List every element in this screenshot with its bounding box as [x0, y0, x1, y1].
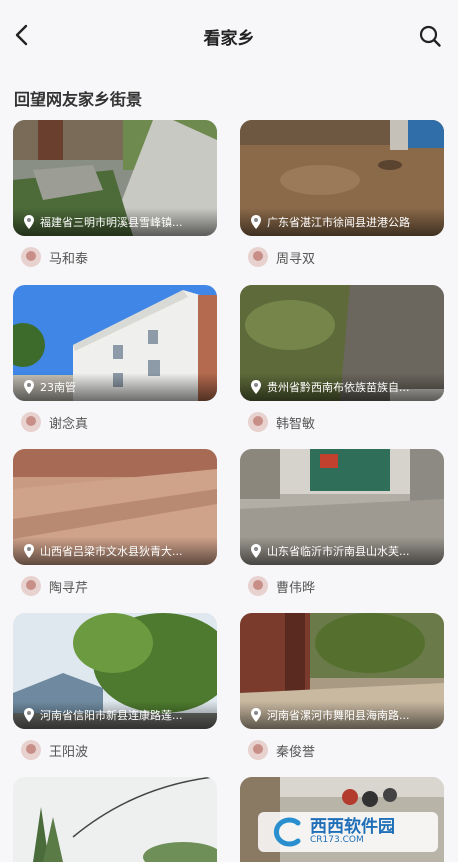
location-pin-icon	[24, 380, 34, 394]
location-label: 广东省湛江市徐闻县进港公路	[240, 208, 444, 236]
location-text: 贵州省黔西南布依族苗族自...	[267, 381, 410, 394]
location-label: 河南省漯河市舞阳县海南路...	[240, 701, 444, 729]
streetview-card[interactable]: 23南管 谢念真	[13, 285, 217, 433]
streetview-card[interactable]: 贵州省黔西南布依族苗族自... 韩智敏	[240, 285, 444, 433]
avatar	[248, 576, 268, 596]
top-bar: 看家乡	[0, 0, 458, 70]
street-photo[interactable]: 河南省信阳市新县连康路莲...	[13, 613, 217, 729]
location-pin-icon	[24, 708, 34, 722]
avatar	[248, 412, 268, 432]
street-photo[interactable]: 23南管	[13, 285, 217, 401]
location-pin-icon	[251, 215, 261, 229]
uploader-name: 谢念真	[49, 416, 89, 432]
street-photo[interactable]: 河南省漯河市舞阳县海南路...	[240, 613, 444, 729]
streetview-card[interactable]: 河南省信阳市新县连康路莲... 王阳波	[13, 613, 217, 761]
page-title: 看家乡	[203, 29, 255, 49]
uploader: 秦俊誉	[240, 739, 444, 761]
location-label: 贵州省黔西南布依族苗族自...	[240, 373, 444, 401]
streetview-card[interactable]: 广东省湛江市徐闻县进港公路 周寻双	[240, 120, 444, 268]
street-photo[interactable]	[13, 777, 217, 862]
location-text: 河南省漯河市舞阳县海南路...	[267, 709, 410, 722]
uploader: 曹伟晔	[240, 575, 444, 597]
location-label: 23南管	[13, 373, 217, 401]
location-text: 福建省三明市明溪县雪峰镇...	[40, 216, 183, 229]
location-label: 山西省吕梁市文水县狄青大...	[13, 537, 217, 565]
location-text: 山东省临沂市沂南县山水芙...	[267, 545, 410, 558]
uploader: 周寻双	[240, 246, 444, 268]
street-photo[interactable]: 贵州省黔西南布依族苗族自...	[240, 285, 444, 401]
location-pin-icon	[251, 380, 261, 394]
watermark-text: 西西软件园	[310, 816, 395, 837]
location-pin-icon	[24, 215, 34, 229]
location-label: 山东省临沂市沂南县山水芙...	[240, 537, 444, 565]
uploader: 王阳波	[13, 739, 217, 761]
avatar	[248, 247, 268, 267]
watermark-logo-icon	[273, 817, 301, 847]
street-image	[13, 777, 217, 862]
search-icon[interactable]	[418, 24, 442, 48]
streetview-card[interactable]: 山东省临沂市沂南县山水芙... 曹伟晔	[240, 449, 444, 597]
streetview-card[interactable]: 河南省漯河市舞阳县海南路... 秦俊誉	[240, 613, 444, 761]
location-text: 23南管	[40, 381, 76, 394]
uploader-name: 秦俊誉	[276, 744, 316, 760]
uploader: 谢念真	[13, 411, 217, 433]
section-title: 回望网友家乡街景	[14, 90, 143, 109]
location-label: 福建省三明市明溪县雪峰镇...	[13, 208, 217, 236]
avatar	[21, 412, 41, 432]
uploader-name: 陶寻芹	[49, 580, 89, 596]
street-photo[interactable]: 福建省三明市明溪县雪峰镇...	[13, 120, 217, 236]
avatar	[21, 247, 41, 267]
uploader: 马和泰	[13, 246, 217, 268]
location-pin-icon	[24, 544, 34, 558]
uploader: 陶寻芹	[13, 575, 217, 597]
avatar	[248, 740, 268, 760]
location-text: 河南省信阳市新县连康路莲...	[40, 709, 183, 722]
location-label: 河南省信阳市新县连康路莲...	[13, 701, 217, 729]
uploader-name: 韩智敏	[276, 416, 316, 432]
streetview-card[interactable]: 山西省吕梁市文水县狄青大... 陶寻芹	[13, 449, 217, 597]
location-text: 山西省吕梁市文水县狄青大...	[40, 545, 183, 558]
streetview-card[interactable]	[13, 777, 217, 862]
uploader-name: 马和泰	[49, 251, 89, 267]
location-pin-icon	[251, 708, 261, 722]
uploader-name: 曹伟晔	[276, 580, 316, 596]
location-text: 广东省湛江市徐闻县进港公路	[267, 216, 410, 229]
site-watermark: 西西软件园 CR173.COM	[258, 812, 438, 852]
street-photo[interactable]: 山东省临沂市沂南县山水芙...	[240, 449, 444, 565]
watermark-subtext: CR173.COM	[310, 835, 364, 846]
street-photo[interactable]: 山西省吕梁市文水县狄青大...	[13, 449, 217, 565]
location-pin-icon	[251, 544, 261, 558]
streetview-card[interactable]: 福建省三明市明溪县雪峰镇... 马和泰	[13, 120, 217, 268]
uploader-name: 王阳波	[49, 744, 89, 760]
avatar	[21, 740, 41, 760]
street-photo[interactable]: 广东省湛江市徐闻县进港公路	[240, 120, 444, 236]
uploader-name: 周寻双	[276, 251, 316, 267]
uploader: 韩智敏	[240, 411, 444, 433]
avatar	[21, 576, 41, 596]
